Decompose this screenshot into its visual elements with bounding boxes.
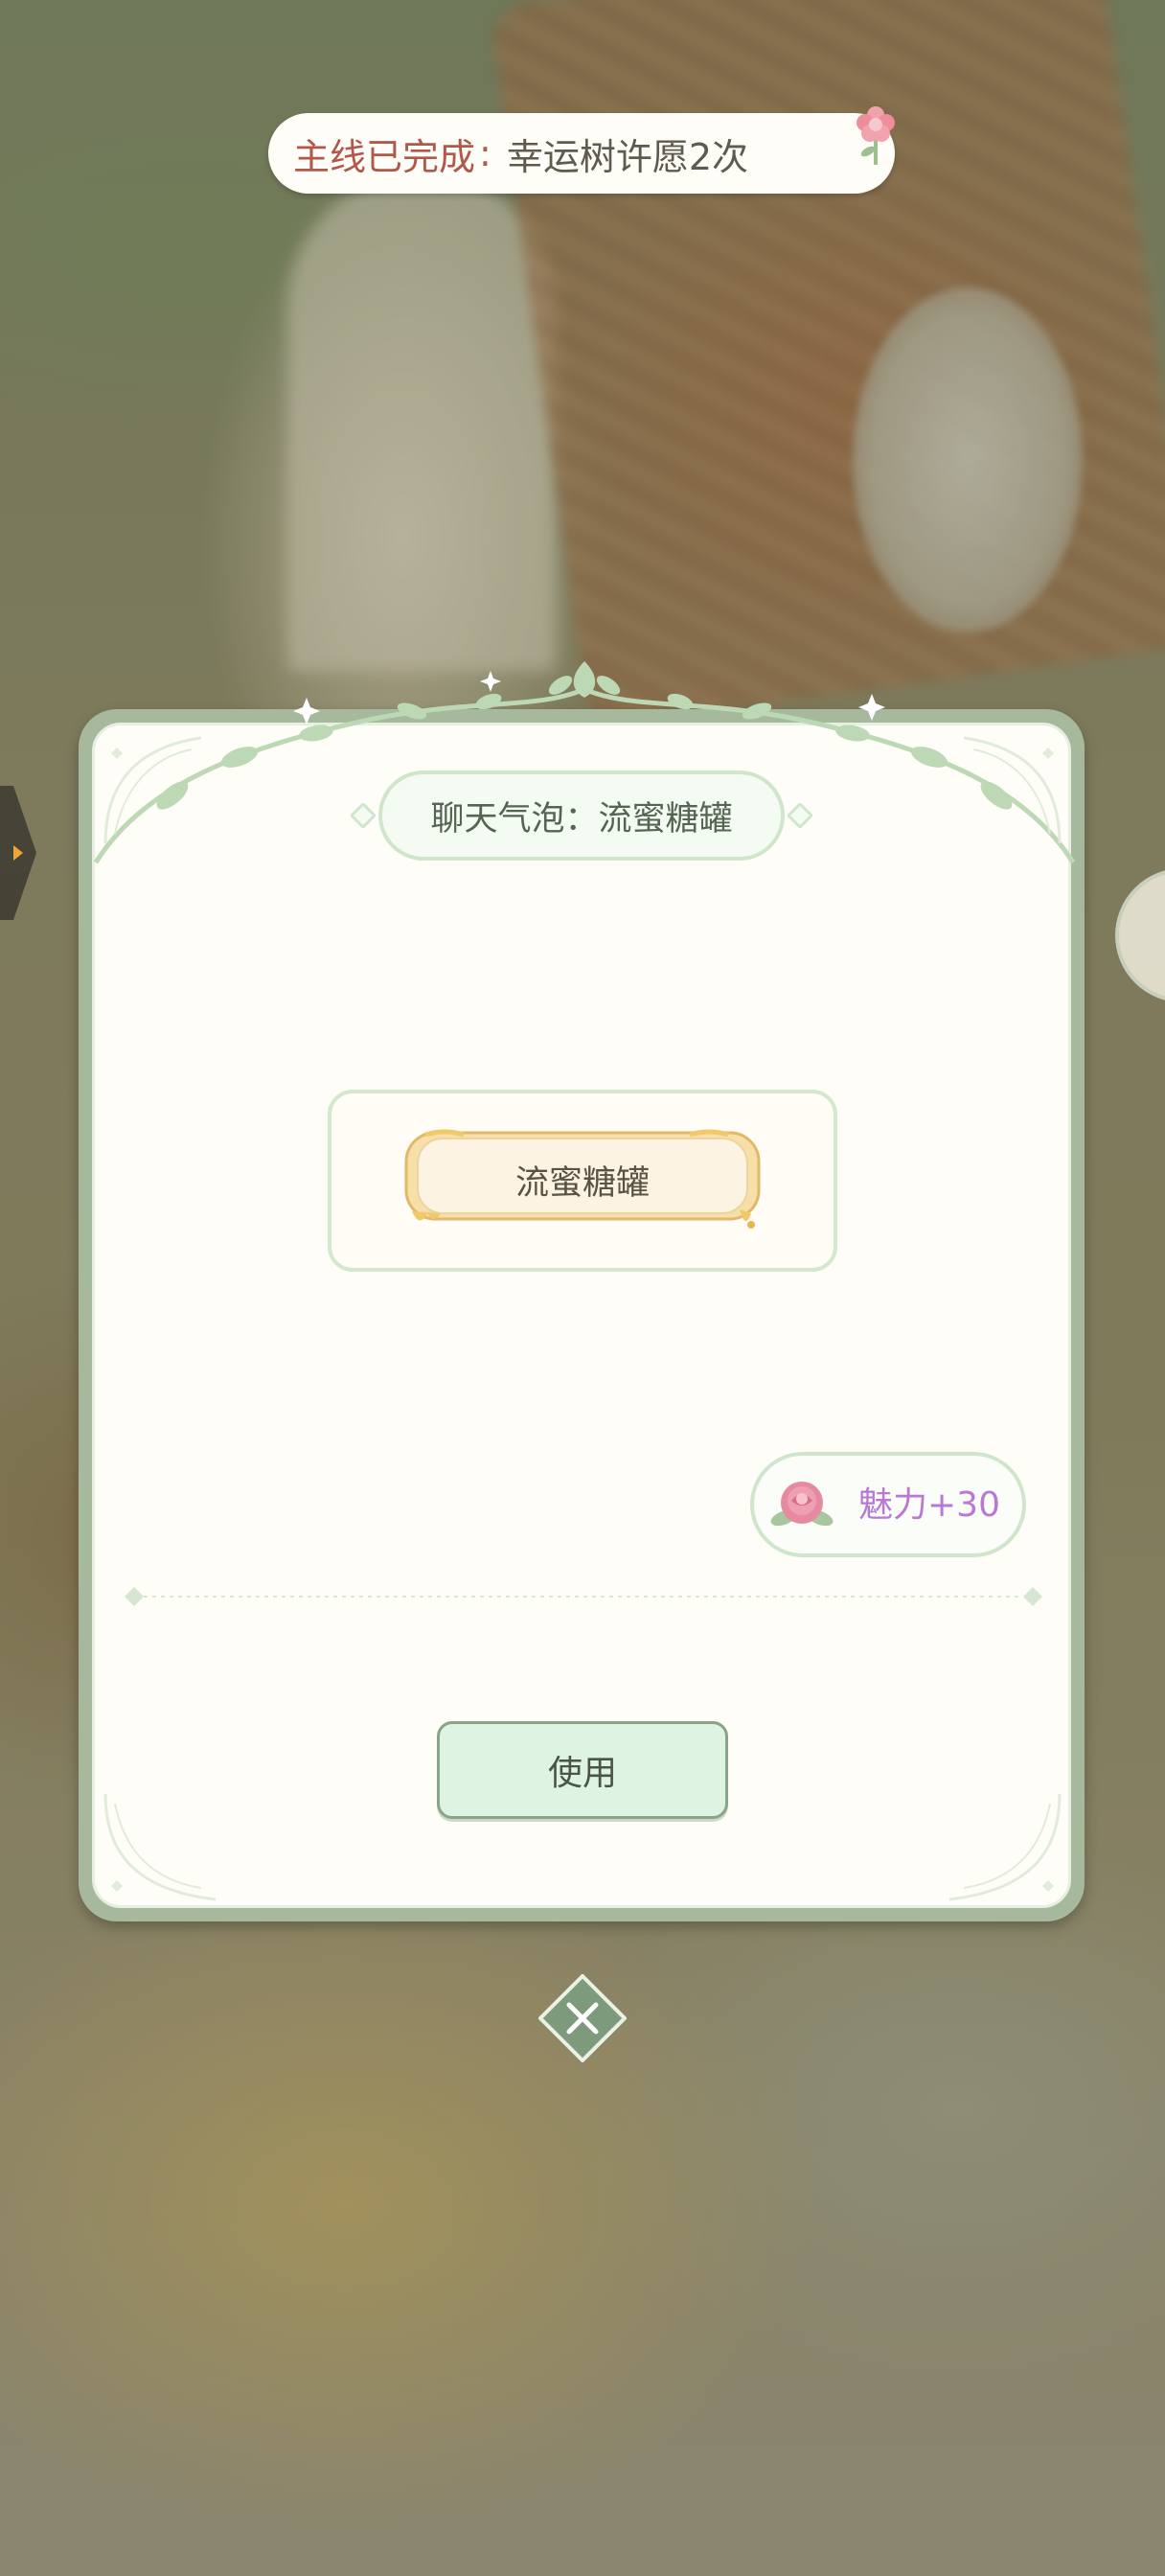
dialog-title: 聊天气泡：流蜜糖罐 [378, 770, 785, 861]
section-divider [125, 1587, 1042, 1606]
rose-icon [770, 1482, 834, 1527]
title-diamond-left [351, 803, 376, 828]
game-screen: 主线已完成 : 幸运树许愿2次 聊天气泡：流蜜糖罐 流蜜糖罐 魅力+30 使用 [0, 0, 1165, 2576]
title-diamond-right [788, 803, 812, 828]
use-button[interactable]: 使用 [437, 1721, 728, 1819]
quest-status-label: 主线已完成 [293, 135, 476, 178]
side-panel-tab[interactable] [0, 786, 38, 920]
close-icon[interactable] [538, 1974, 627, 2062]
bubble-preview-text: 流蜜糖罐 [514, 1163, 650, 1203]
flower-icon [857, 106, 895, 165]
quest-separator: : [479, 132, 491, 174]
dialog-title-text: 聊天气泡：流蜜糖罐 [430, 799, 733, 839]
quest-description: 幸运树许愿2次 [506, 135, 749, 178]
use-button-label: 使用 [547, 1754, 617, 1793]
charm-reward-label: 魅力+30 [858, 1485, 1000, 1525]
quest-complete-banner: 主线已完成 : 幸运树许愿2次 [268, 106, 895, 194]
